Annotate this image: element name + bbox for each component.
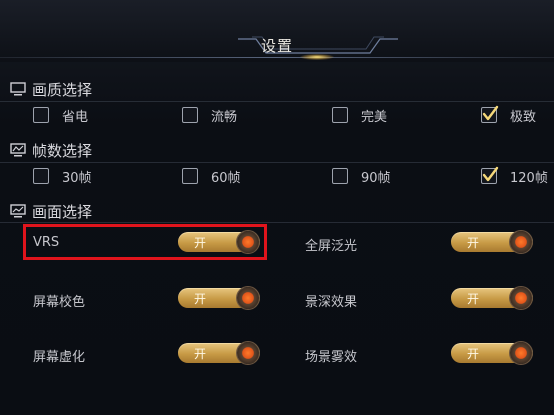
option-label: 120帧 [510,170,548,186]
option-label: 90帧 [361,170,391,186]
color-correction-label: 屏幕校色 [33,295,86,310]
divider [0,162,554,163]
section-display-title: 画面选择 [32,202,93,221]
toggle-state: 开 [467,292,480,306]
toggle-state: 开 [194,292,207,306]
checkbox[interactable] [182,168,198,184]
section-display: 画面选择 [10,200,92,222]
section-quality: 画质选择 [10,78,92,100]
checkbox-checked[interactable] [481,166,499,184]
scene-fog-toggle[interactable]: 开 [451,342,533,364]
title-divider [0,57,554,58]
bloom-label: 全屏泛光 [305,239,358,254]
screen-blur-toggle[interactable]: 开 [178,342,260,364]
settings-panel: 设置 画质选择 省电 流畅 完美 极致 帧数选择 30帧 60帧 90帧 120… [0,0,554,415]
title-glow [300,54,334,60]
display-monitor-icon [10,204,26,218]
divider [0,101,554,102]
bloom-toggle[interactable]: 开 [451,231,533,253]
toggle-knob [237,342,259,364]
depth-of-field-toggle[interactable]: 开 [451,287,533,309]
section-quality-title: 画质选择 [32,80,93,99]
checkbox[interactable] [332,168,348,184]
fps-option-60[interactable]: 60帧 [182,165,241,187]
option-label: 极致 [510,109,537,125]
checkbox[interactable] [33,107,49,123]
checkbox[interactable] [33,168,49,184]
checkbox[interactable] [332,107,348,123]
option-label: 30帧 [62,170,92,186]
screen-blur-label: 屏幕虚化 [33,350,86,365]
option-label: 完美 [361,109,388,125]
vrs-highlight-box [23,224,267,260]
checkbox-checked[interactable] [481,105,499,123]
toggle-knob [510,287,532,309]
section-fps-title: 帧数选择 [32,141,93,160]
fps-monitor-icon [10,143,26,157]
toggle-knob [510,342,532,364]
color-correction-toggle[interactable]: 开 [178,287,260,309]
toggle-state: 开 [194,347,207,361]
option-label: 省电 [62,109,89,125]
section-fps: 帧数选择 [10,139,92,161]
fps-option-120[interactable]: 120帧 [481,165,548,187]
option-label: 60帧 [211,170,241,186]
option-label: 流畅 [211,109,238,125]
quality-option-smooth[interactable]: 流畅 [182,104,237,126]
toggle-state: 开 [467,236,480,250]
toggle-knob [237,287,259,309]
page-title: 设置 [260,37,293,55]
title-bar: 设置 [0,0,554,62]
checkbox[interactable] [182,107,198,123]
fps-option-90[interactable]: 90帧 [332,165,391,187]
quality-option-power-saving[interactable]: 省电 [33,104,88,126]
quality-option-extreme[interactable]: 极致 [481,104,536,126]
toggle-state: 开 [467,347,480,361]
toggle-knob [510,231,532,253]
checkmark-icon [482,166,499,182]
quality-option-perfect[interactable]: 完美 [332,104,387,126]
fps-option-30[interactable]: 30帧 [33,165,92,187]
divider [0,222,554,223]
checkmark-icon [482,105,499,121]
scene-fog-label: 场景雾效 [305,350,358,365]
monitor-icon [10,82,26,96]
depth-of-field-label: 景深效果 [305,295,358,310]
